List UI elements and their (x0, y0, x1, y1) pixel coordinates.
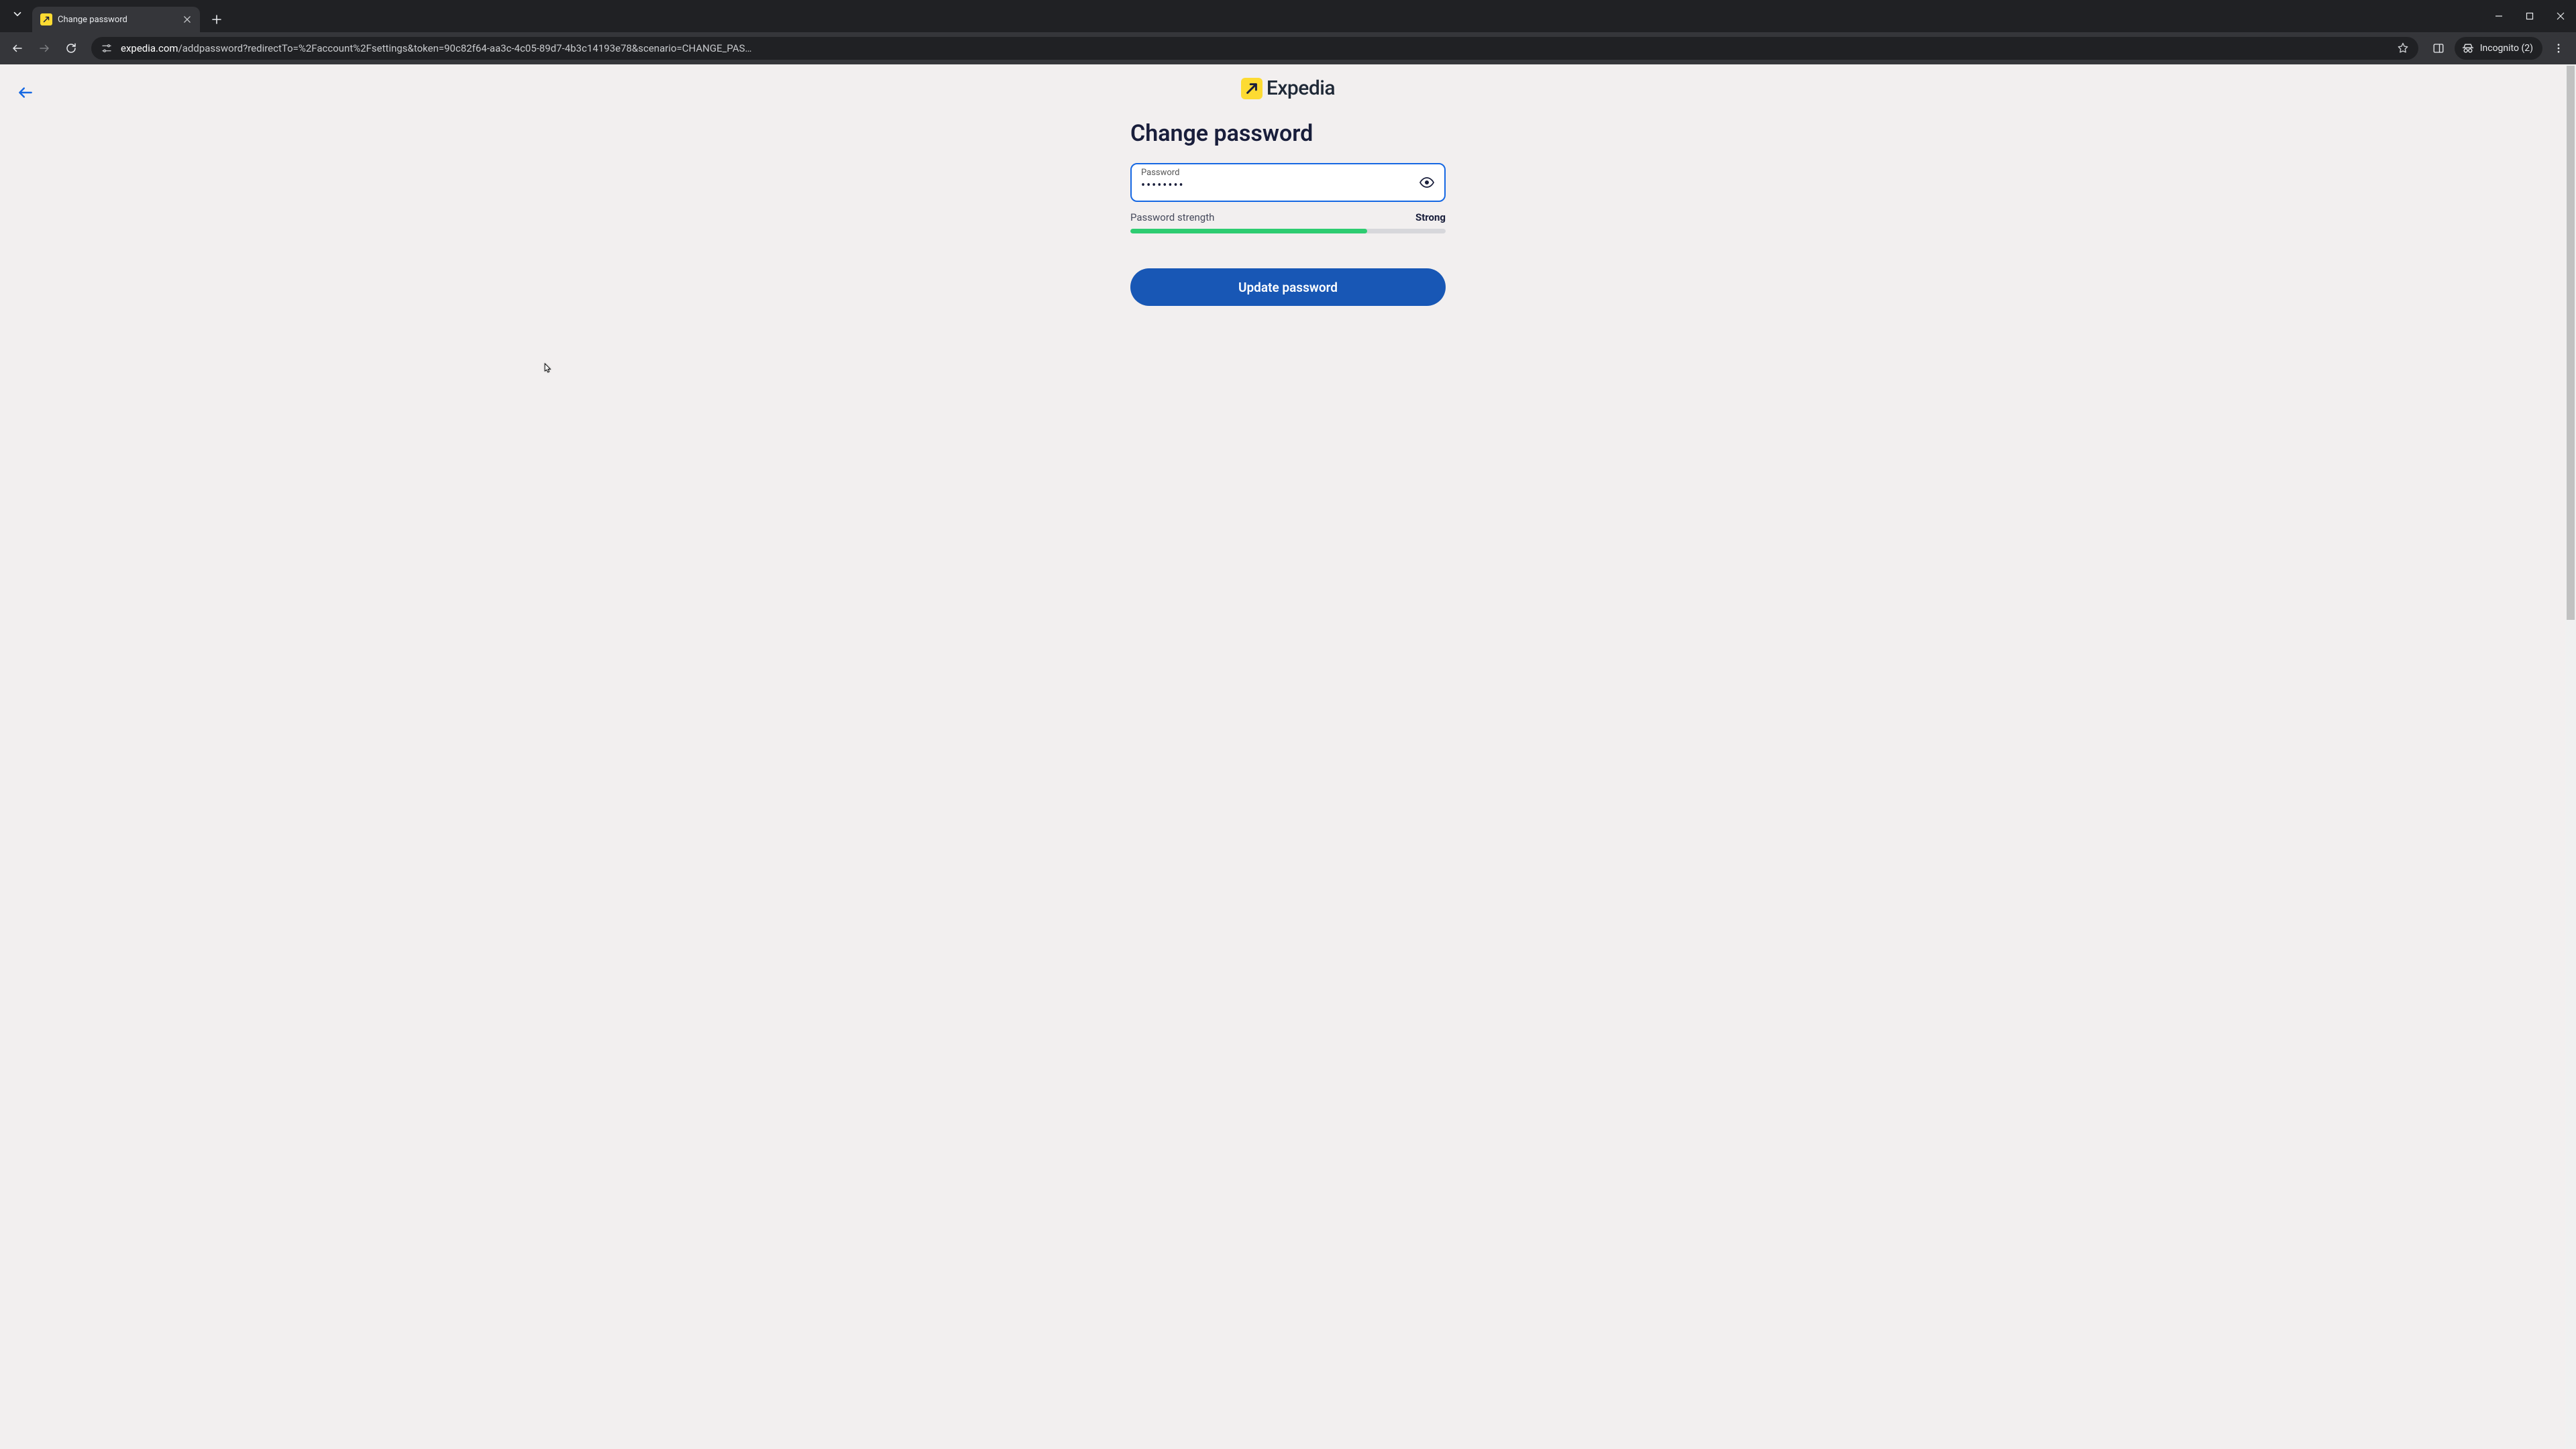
window-maximize-button[interactable] (2514, 0, 2545, 32)
plus-icon (212, 15, 221, 24)
search-tabs-button[interactable] (7, 3, 28, 25)
chevron-down-icon (11, 8, 23, 20)
password-field-wrapper[interactable]: Password (1130, 163, 1446, 202)
incognito-indicator[interactable]: Incognito (2) (2455, 37, 2542, 60)
browser-tab-strip: Change password (0, 0, 2576, 32)
browser-toolbar: expedia.com/addpassword?redirectTo=%2Fac… (0, 32, 2576, 64)
window-close-button[interactable] (2545, 0, 2576, 32)
expedia-logo[interactable]: Expedia (1241, 76, 1335, 100)
incognito-icon (2461, 42, 2475, 55)
toggle-password-visibility-button[interactable] (1417, 173, 1436, 192)
password-input[interactable] (1141, 177, 1411, 193)
bookmark-button[interactable] (2396, 41, 2410, 56)
reload-button[interactable] (59, 36, 83, 60)
url-text: expedia.com/addpassword?redirectTo=%2Fac… (121, 42, 2389, 54)
expedia-favicon (40, 13, 52, 25)
expedia-logo-mark (1241, 78, 1263, 99)
password-strength-fill (1130, 229, 1367, 233)
arrow-left-icon (17, 84, 34, 101)
page-back-button[interactable] (13, 80, 38, 105)
incognito-label: Incognito (2) (2480, 43, 2533, 54)
close-icon (2557, 12, 2565, 20)
scrollbar-thumb[interactable] (2567, 66, 2575, 620)
window-controls (2483, 0, 2576, 32)
panel-icon (2432, 42, 2445, 54)
browser-tab[interactable]: Change password (32, 7, 200, 32)
vertical-scrollbar[interactable] (2565, 64, 2576, 1449)
star-icon (2396, 42, 2410, 55)
close-icon (184, 16, 191, 23)
mouse-cursor (539, 362, 554, 380)
side-panel-button[interactable] (2426, 36, 2451, 60)
nav-forward-button[interactable] (32, 36, 56, 60)
eye-icon (1419, 174, 1435, 191)
address-bar[interactable]: expedia.com/addpassword?redirectTo=%2Fac… (91, 37, 2418, 60)
kebab-icon (2553, 42, 2565, 54)
page-viewport: Expedia Change password Password Passwor… (0, 64, 2576, 1449)
nav-back-button[interactable] (5, 36, 30, 60)
tab-close-button[interactable] (181, 13, 193, 25)
password-strength-value: Strong (1415, 211, 1446, 223)
new-tab-button[interactable] (207, 9, 227, 30)
password-field-label: Password (1141, 168, 1411, 177)
arrow-right-icon (38, 42, 50, 54)
update-password-button[interactable]: Update password (1130, 268, 1446, 306)
reload-icon (65, 42, 77, 54)
pointer-cursor-icon (539, 362, 554, 380)
brand-header: Expedia (0, 64, 2576, 100)
page-title: Change password (1130, 120, 1446, 147)
browser-menu-button[interactable] (2546, 36, 2571, 60)
password-strength-label: Password strength (1130, 211, 1214, 223)
maximize-icon (2526, 12, 2534, 20)
brand-wordmark: Expedia (1267, 76, 1335, 100)
password-strength-row: Password strength Strong (1130, 211, 1446, 223)
window-minimize-button[interactable] (2483, 0, 2514, 32)
tune-icon (101, 42, 113, 54)
password-strength-bar (1130, 229, 1446, 233)
arrow-left-icon (11, 42, 23, 54)
minimize-icon (2495, 12, 2503, 20)
tab-title: Change password (58, 15, 176, 25)
site-controls-button[interactable] (99, 41, 114, 56)
change-password-form: Change password Password Password streng… (1130, 120, 1446, 306)
